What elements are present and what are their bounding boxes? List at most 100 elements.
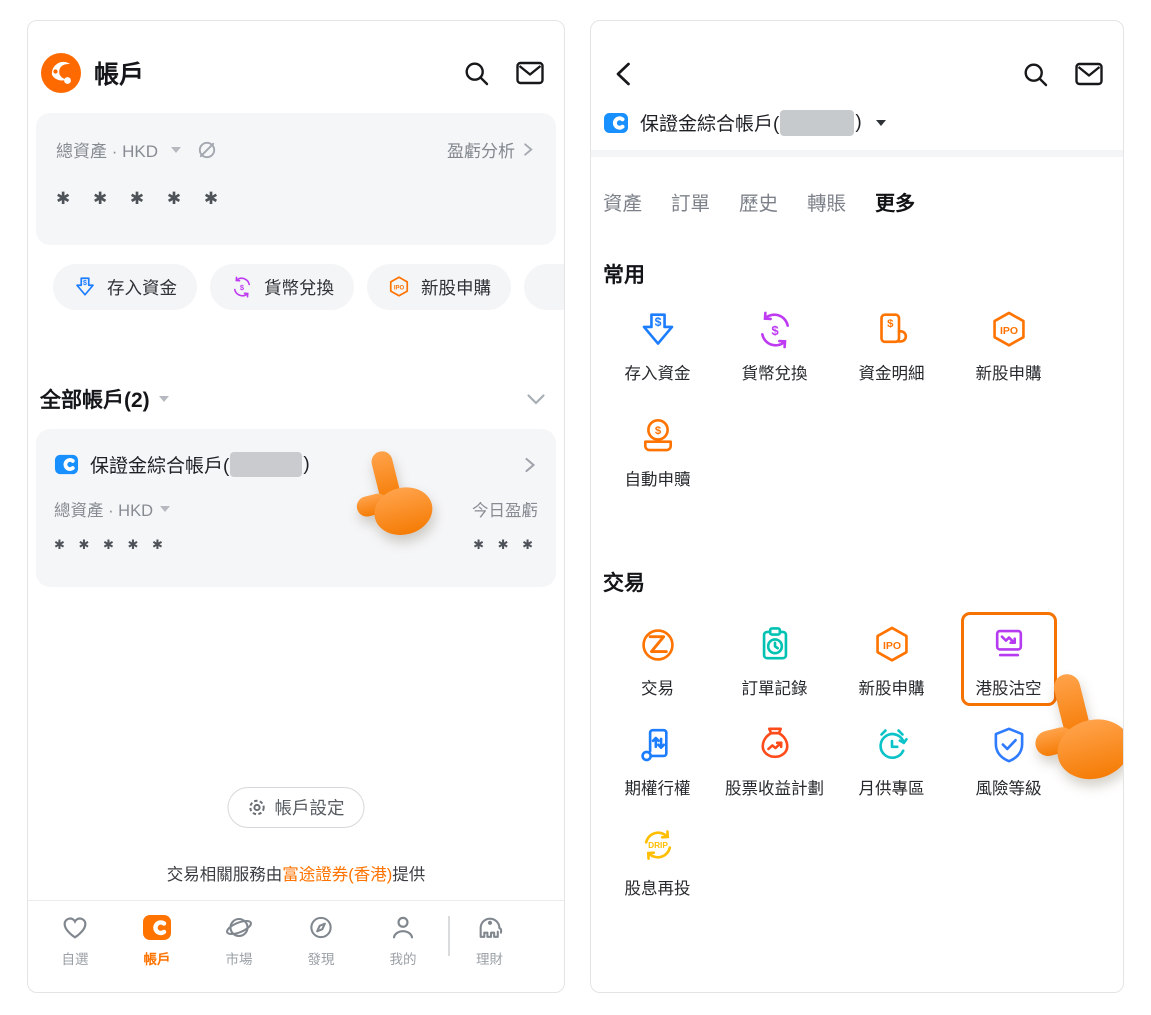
today-pl-label: 今日盈虧 (472, 497, 538, 521)
search-icon[interactable] (463, 60, 490, 87)
mail-icon[interactable] (1075, 62, 1103, 86)
redacted-account-number (230, 452, 302, 477)
tabbar-divider (448, 916, 450, 956)
deposit-icon: $ (637, 309, 679, 351)
grid-item-funds-detail[interactable]: $ 資金明細 (833, 309, 950, 384)
quick-action-deposit[interactable]: $ 存入資金 (53, 264, 197, 310)
margin-account-card[interactable]: 保證金綜合帳戶() 總資產 · HKD 今日盈虧 ✱ ✱ ✱ ✱ ✱ ✱ ✱ ✱ (36, 429, 556, 587)
pointer-hand-cursor (344, 447, 436, 551)
svg-text:IPO: IPO (394, 285, 405, 291)
search-icon[interactable] (1022, 61, 1049, 88)
person-icon (389, 914, 417, 941)
heart-icon (61, 914, 89, 941)
grid-item-ipo[interactable]: IPO 新股申購 (950, 309, 1067, 384)
grid-item-exchange[interactable]: $ 貨幣兌換 (716, 309, 833, 384)
grid-item-order-history[interactable]: 訂單記錄 (716, 624, 833, 699)
ipo-icon: IPO (988, 309, 1030, 351)
grid-item-ipo-trade[interactable]: IPO 新股申購 (833, 624, 950, 699)
grid-item-stock-yield-plan[interactable]: 股票收益計劃 (716, 724, 833, 799)
pl-analysis-label: 盈虧分析 (447, 137, 515, 162)
elephant-icon (476, 914, 504, 941)
svg-text:$: $ (83, 280, 87, 287)
svg-text:$: $ (771, 323, 779, 338)
grid-item-deposit[interactable]: $ 存入資金 (599, 309, 716, 384)
svg-text:IPO: IPO (999, 325, 1017, 337)
card-masked-assets: ✱ ✱ ✱ ✱ ✱ (54, 537, 168, 553)
quick-action-partial[interactable] (524, 264, 565, 310)
back-icon[interactable] (611, 60, 639, 88)
account-more-screen: 保證金綜合帳戶() 資產 訂單 歷史 轉賬 更多 常用 $ 存入資金 (590, 20, 1124, 993)
quick-action-ipo[interactable]: IPO 新股申購 (367, 264, 511, 310)
broker-brand-link[interactable]: 富途證券(香港) (282, 866, 392, 884)
planet-icon (225, 914, 253, 941)
total-assets-masked-value: ✱ ✱ ✱ ✱ ✱ (56, 189, 536, 209)
account-type-icon (54, 452, 79, 477)
account-type-icon (603, 110, 629, 136)
dividend-reinvest-icon: DRIP (637, 824, 679, 866)
asset-currency-selector[interactable]: 總資產 · HKD (56, 137, 218, 162)
grid-item-trade[interactable]: 交易 (599, 624, 716, 699)
pl-analysis-link[interactable]: 盈虧分析 (447, 137, 536, 162)
card-asset-label[interactable]: 總資產 · HKD (54, 497, 153, 521)
right-header (611, 53, 1103, 95)
page-title: 帳戶 (94, 55, 144, 91)
tab-watchlist[interactable]: 自選 (34, 914, 116, 968)
tab-history[interactable]: 歷史 (739, 187, 778, 216)
left-header: 帳戶 (40, 51, 544, 95)
quick-actions-row: $ 存入資金 $ 貨幣兌換 IPO 新股申購 (53, 264, 565, 310)
tab-me[interactable]: 我的 (362, 914, 444, 968)
svg-text:$: $ (654, 315, 661, 329)
compass-icon (307, 914, 335, 941)
collapse-chevron-icon[interactable] (524, 387, 548, 411)
service-disclaimer: 交易相關服務由富途證券(香港)提供 (28, 861, 564, 885)
pointer-hand-cursor (1019, 669, 1124, 799)
currency-exchange-icon: $ (754, 309, 796, 351)
quick-action-exchange[interactable]: $ 貨幣兌換 (210, 264, 354, 310)
tab-markets[interactable]: 市場 (198, 914, 280, 968)
account-tabs: 資產 訂單 歷史 轉賬 更多 (603, 187, 915, 216)
futu-logo-icon (40, 52, 82, 94)
svg-text:IPO: IPO (882, 640, 900, 652)
trade-icon (637, 624, 679, 666)
account-settings-button[interactable]: 帳戶設定 (228, 787, 365, 828)
tab-orders[interactable]: 訂單 (671, 187, 710, 216)
funds-detail-icon: $ (871, 309, 913, 351)
caret-down-icon (159, 396, 169, 402)
redacted-account-number (780, 110, 854, 136)
ipo-icon: IPO (871, 624, 913, 666)
section-title-trade: 交易 (603, 567, 645, 597)
options-exercise-icon (637, 724, 679, 766)
quick-action-label: 新股申購 (421, 275, 491, 300)
tab-wealth[interactable]: 理財 (454, 914, 526, 968)
account-selector[interactable]: 保證金綜合帳戶() (603, 109, 886, 136)
accounts-header[interactable]: 全部帳戶(2) (40, 384, 150, 414)
tab-discover[interactable]: 發現 (280, 914, 362, 968)
tab-account[interactable]: 帳戶 (116, 914, 198, 968)
caret-down-icon (876, 120, 886, 126)
order-history-icon (754, 624, 796, 666)
account-screen: 帳戶 總資產 · HKD (27, 20, 565, 993)
grid-item-monthly-plan[interactable]: 月供專區 (833, 724, 950, 799)
trade-grid: 交易 訂單記錄 IPO 新股申購 (599, 624, 1067, 899)
auto-subscribe-icon: $ (637, 415, 679, 457)
grid-item-auto-subscribe[interactable]: $ 自動申贖 (599, 415, 716, 490)
tab-transfer[interactable]: 轉賬 (807, 187, 846, 216)
tab-assets[interactable]: 資產 (603, 187, 642, 216)
card-masked-pl: ✱ ✱ ✱ (473, 537, 538, 553)
grid-item-dividend-reinvest[interactable]: DRIP 股息再投 (599, 824, 716, 899)
mail-icon[interactable] (516, 61, 544, 85)
svg-text:DRIP: DRIP (648, 840, 668, 850)
tab-more[interactable]: 更多 (875, 187, 915, 216)
eye-off-icon[interactable] (196, 139, 218, 161)
caret-down-icon (171, 147, 181, 153)
currency-exchange-icon: $ (230, 275, 254, 299)
account-name: 保證金綜合帳戶() (640, 109, 862, 136)
svg-text:$: $ (654, 425, 661, 437)
settings-label: 帳戶設定 (275, 795, 345, 820)
chevron-right-icon (520, 456, 538, 474)
quick-action-label: 貨幣兌換 (264, 275, 334, 300)
monthly-plan-icon (871, 724, 913, 766)
grid-item-options-exercise[interactable]: 期權行權 (599, 724, 716, 799)
ipo-icon: IPO (387, 275, 411, 299)
accounts-header-row: 全部帳戶(2) (40, 384, 548, 414)
